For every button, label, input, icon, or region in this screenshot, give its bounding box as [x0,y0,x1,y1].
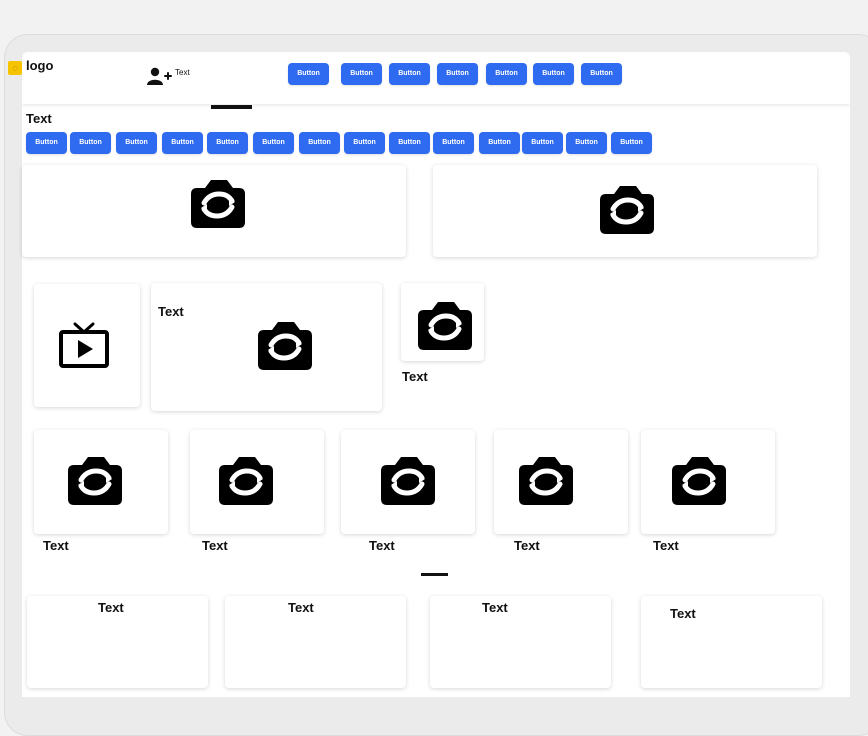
toolbar-button-12[interactable]: Button [522,132,563,154]
gallery-label: Text [43,538,69,553]
toolbar-button-8[interactable]: Button [344,132,385,154]
toolbar-button-9[interactable]: Button [389,132,430,154]
camera-icon [258,322,312,370]
logo[interactable]: logo [26,58,53,73]
text-card-4[interactable] [641,596,822,688]
toolbar-button-14[interactable]: Button [611,132,652,154]
add-user-label[interactable]: Text [175,68,190,77]
nav-button-2[interactable]: Button [341,63,382,85]
text-card-label: Text [670,606,696,621]
camera-icon [600,186,654,234]
camera-icon [418,302,472,350]
nav-button-6[interactable]: Button [533,63,574,85]
text-card-2[interactable] [225,596,406,688]
text-card-label: Text [482,600,508,615]
toolbar-button-7[interactable]: Button [299,132,340,154]
card-label: Text [158,304,184,319]
active-tab-indicator [211,105,252,109]
toolbar-button-4[interactable]: Button [162,132,203,154]
live-tv-icon [59,322,109,368]
toolbar-button-2[interactable]: Button [70,132,111,154]
gallery-label: Text [514,538,540,553]
gallery-label: Text [653,538,679,553]
gallery-label: Text [202,538,228,553]
toolbar-button-6[interactable]: Button [253,132,294,154]
card-label: Text [402,369,428,384]
text-card-label: Text [98,600,124,615]
toolbar-button-1[interactable]: Button [26,132,67,154]
nav-button-7[interactable]: Button [581,63,622,85]
toolbar-button-13[interactable]: Button [566,132,607,154]
text-card-3[interactable] [430,596,611,688]
toolbar-button-11[interactable]: Button [479,132,520,154]
toolbar-heading: Text [26,111,52,126]
nav-button-3[interactable]: Button [389,63,430,85]
camera-icon [381,457,435,505]
nav-button-4[interactable]: Button [437,63,478,85]
camera-icon [519,457,573,505]
nav-button-5[interactable]: Button [486,63,527,85]
camera-icon [68,457,122,505]
text-card-label: Text [288,600,314,615]
add-user-icon[interactable] [146,66,172,86]
section-divider [421,573,448,576]
camera-icon [219,457,273,505]
logo-icon: ◌ [8,61,22,75]
nav-button-1[interactable]: Button [288,63,329,85]
toolbar-button-3[interactable]: Button [116,132,157,154]
camera-icon [191,180,245,228]
toolbar-button-5[interactable]: Button [207,132,248,154]
gallery-label: Text [369,538,395,553]
camera-icon [672,457,726,505]
toolbar-button-10[interactable]: Button [433,132,474,154]
